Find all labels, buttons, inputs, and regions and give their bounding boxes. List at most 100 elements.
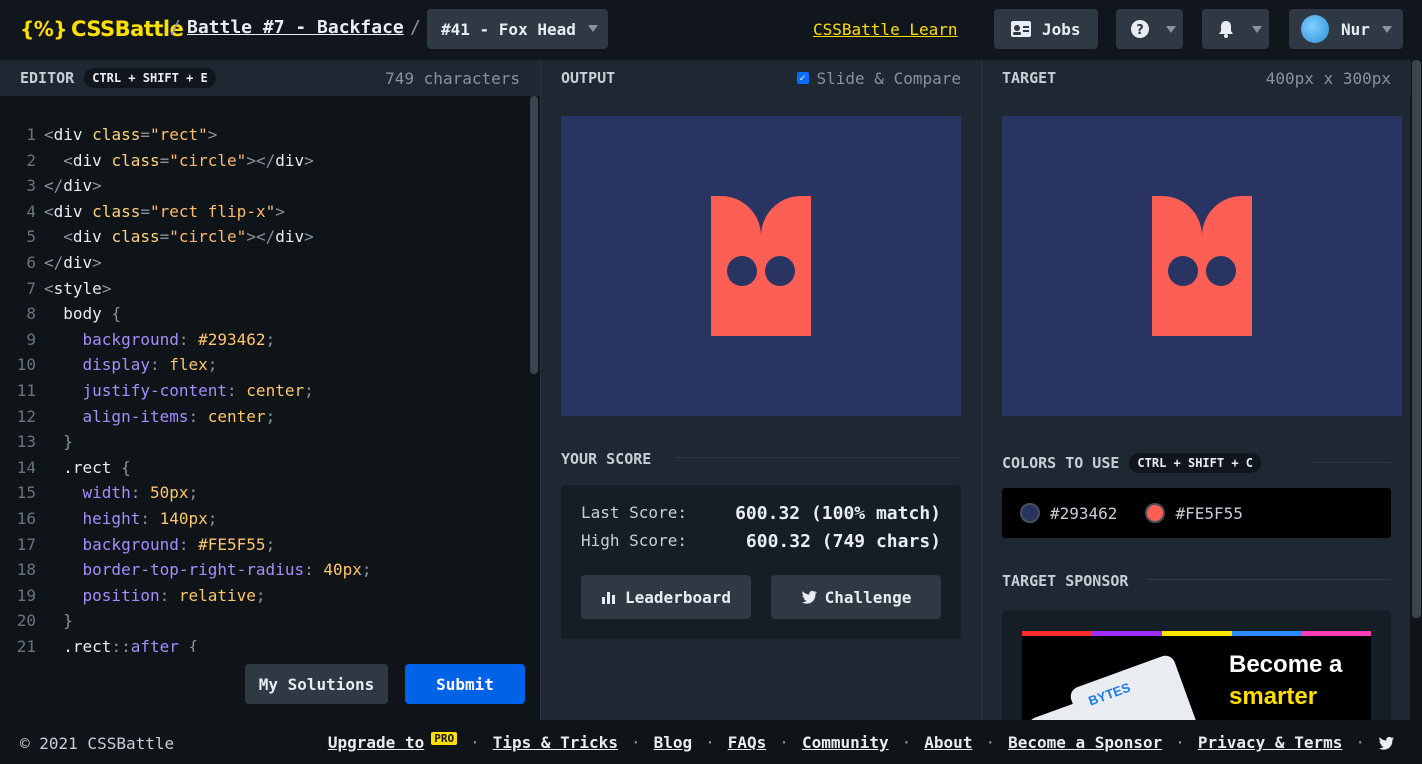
challenge-button[interactable]: Challenge	[771, 575, 941, 619]
line-number: 10	[16, 355, 36, 375]
code-line[interactable]: 10 display: flex;	[0, 352, 528, 378]
code-line[interactable]: 14 .rect {	[0, 455, 528, 481]
code-text[interactable]: display: flex;	[36, 352, 218, 378]
code-token: >	[92, 176, 102, 196]
editor-scrollbar[interactable]	[528, 96, 540, 656]
target-canvas[interactable]	[1002, 116, 1402, 416]
code-text[interactable]: }	[36, 608, 73, 634]
code-line[interactable]: 1 <div class="rect">	[0, 122, 528, 148]
code-text[interactable]: justify-content: center;	[36, 378, 314, 404]
stripe	[1302, 631, 1371, 636]
footer-link-community[interactable]: Community	[802, 733, 889, 752]
checkbox-checked-icon[interactable]: ✓	[796, 72, 809, 84]
cssbattle-logo[interactable]: {%} CSSBattle	[20, 17, 184, 41]
sponsor-banner[interactable]: BYTES Become a smarter	[1022, 631, 1371, 731]
sponsor-ad[interactable]: BYTES Become a smarter	[1002, 611, 1391, 731]
code-line[interactable]: 12 align-items: center;	[0, 404, 528, 430]
code-line[interactable]: 19 position: relative;	[0, 583, 528, 609]
output-canvas[interactable]	[561, 116, 961, 416]
footer-link-about[interactable]: About	[924, 733, 972, 752]
line-number: 6	[26, 252, 36, 272]
breadcrumb-separator: /	[170, 17, 181, 38]
code-text[interactable]: .rect {	[36, 455, 130, 481]
code-token: style	[53, 278, 102, 298]
footer-link-tips[interactable]: Tips & Tricks	[493, 733, 618, 752]
submit-button[interactable]: Submit	[405, 664, 525, 704]
logo-mark-icon: {%}	[20, 17, 68, 41]
code-text[interactable]: <style>	[36, 276, 111, 302]
code-line[interactable]: 6 </div>	[0, 250, 528, 276]
code-line[interactable]: 21 .rect::after {	[0, 634, 528, 652]
user-menu-button[interactable]: Nur	[1289, 9, 1403, 49]
code-line[interactable]: 20 }	[0, 608, 528, 634]
color-swatch[interactable]: #FE5F55	[1145, 503, 1243, 523]
color-swatch[interactable]: #293462	[1020, 503, 1117, 523]
code-text[interactable]: background: #293462;	[36, 327, 276, 353]
code-text[interactable]: body {	[36, 301, 121, 327]
code-token: display	[44, 355, 150, 375]
footer-link-faqs[interactable]: FAQs	[728, 733, 767, 752]
code-text[interactable]: background: #FE5F55;	[36, 532, 276, 558]
code-token: div	[53, 201, 93, 221]
cssbattle-learn-link[interactable]: CSSBattle Learn	[813, 20, 958, 39]
scrollbar-thumb[interactable]	[1412, 60, 1421, 618]
code-line[interactable]: 17 background: #FE5F55;	[0, 532, 528, 558]
footer-link-sponsor[interactable]: Become a Sponsor	[1008, 733, 1162, 752]
code-token: :	[188, 406, 208, 426]
code-area[interactable]: 1 <div class="rect"> 2 <div class="circle"…	[0, 122, 528, 652]
code-token: :	[149, 355, 170, 375]
code-text[interactable]: align-items: center;	[36, 404, 276, 430]
code-line[interactable]: 8 body {	[0, 301, 528, 327]
level-select[interactable]: #41 - Fox Head	[427, 9, 608, 49]
twitter-icon[interactable]	[1378, 736, 1394, 750]
code-text[interactable]: .rect::after {	[36, 634, 198, 652]
code-text[interactable]: width: 50px;	[36, 480, 199, 506]
jobs-button[interactable]: Jobs	[994, 9, 1098, 49]
page-scrollbar[interactable]	[1411, 60, 1422, 720]
footer-link-upgrade[interactable]: Upgrade to	[328, 733, 424, 752]
sponsor-line2: smarter	[1229, 683, 1318, 710]
code-line[interactable]: 11 justify-content: center;	[0, 378, 528, 404]
code-line[interactable]: 7 <style>	[0, 276, 528, 302]
code-text[interactable]: position: relative;	[36, 583, 266, 609]
code-token: 140px	[159, 508, 208, 528]
line-number: 14	[16, 457, 36, 477]
notifications-button[interactable]	[1202, 9, 1269, 49]
code-line[interactable]: 4 <div class="rect flip-x">	[0, 199, 528, 225]
code-token: justify-content	[44, 380, 228, 400]
code-text[interactable]: border-top-right-radius: 40px;	[36, 557, 372, 583]
footer-link-blog[interactable]: Blog	[654, 733, 693, 752]
color-hex: #FE5F55	[1175, 503, 1243, 523]
code-text[interactable]: </div>	[36, 173, 102, 199]
code-text[interactable]: <div class="circle"></div>	[36, 148, 314, 174]
code-token: position	[44, 585, 160, 605]
scrollbar-thumb[interactable]	[530, 96, 538, 374]
top-header: {%} CSSBattle / Battle #7 - Backface / #…	[0, 0, 1422, 60]
code-line[interactable]: 3 </div>	[0, 173, 528, 199]
leaderboard-button[interactable]: Leaderboard	[581, 575, 751, 619]
code-text[interactable]: <div class="rect flip-x">	[36, 199, 285, 225]
editor-header: EDITOR CTRL + SHIFT + E 749 characters	[0, 60, 540, 96]
breadcrumb-battle-link[interactable]: Battle #7 - Backface	[187, 17, 404, 38]
code-text[interactable]: </div>	[36, 250, 102, 276]
code-text[interactable]: <div class="circle"></div>	[36, 224, 314, 250]
code-token: <	[44, 201, 54, 221]
slide-compare-toggle[interactable]: ✓ Slide & Compare	[796, 69, 961, 88]
code-line[interactable]: 9 background: #293462;	[0, 327, 528, 353]
code-line[interactable]: 18 border-top-right-radius: 40px;	[0, 557, 528, 583]
code-text[interactable]: }	[36, 429, 73, 455]
code-line[interactable]: 5 <div class="circle"></div>	[0, 224, 528, 250]
code-text[interactable]: <div class="rect">	[36, 122, 217, 148]
footer-link-privacy[interactable]: Privacy & Terms	[1198, 733, 1343, 752]
help-menu-button[interactable]: ?	[1116, 9, 1183, 49]
my-solutions-button[interactable]: My Solutions	[245, 664, 388, 704]
code-text[interactable]: height: 140px;	[36, 506, 218, 532]
code-editor[interactable]: 1 <div class="rect"> 2 <div class="circle"…	[0, 96, 540, 720]
fox-chin-notch	[1152, 336, 1252, 386]
code-line[interactable]: 2 <div class="circle"></div>	[0, 148, 528, 174]
high-score-row: High Score: 600.32 (749 chars)	[581, 531, 941, 552]
code-line[interactable]: 13 }	[0, 429, 528, 455]
code-line[interactable]: 15 width: 50px;	[0, 480, 528, 506]
code-line[interactable]: 16 height: 140px;	[0, 506, 528, 532]
code-token: class	[92, 201, 141, 221]
